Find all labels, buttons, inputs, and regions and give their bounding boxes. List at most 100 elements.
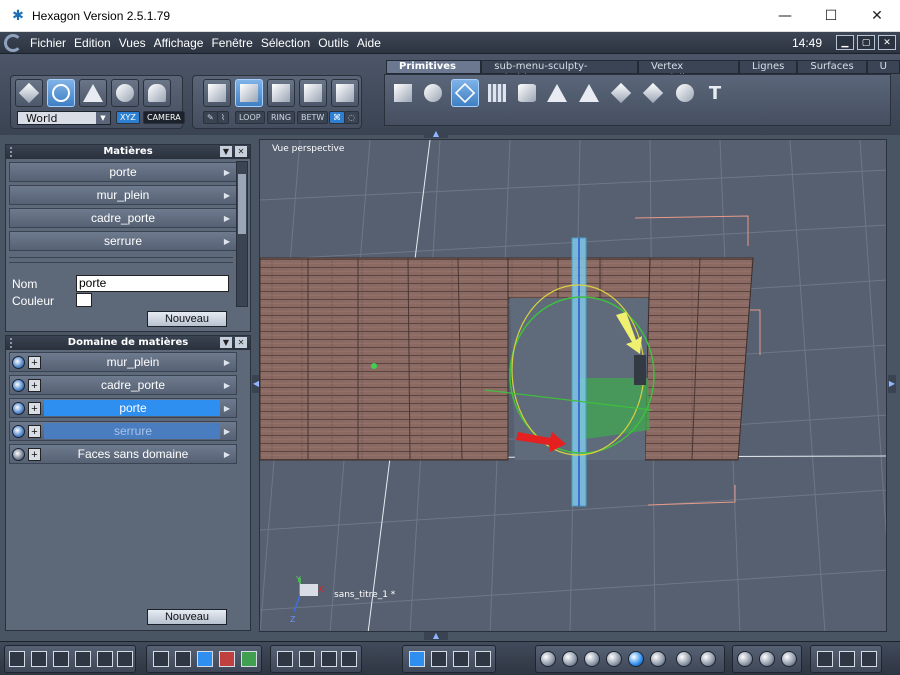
wireframe-sphere-icon[interactable] [540, 651, 556, 667]
add-to-domain-icon[interactable]: + [28, 379, 41, 392]
visibility-eye-icon[interactable] [12, 425, 25, 438]
tab-primitives-3d[interactable]: Primitives 3D [386, 60, 482, 84]
menu-vues[interactable]: Vues [115, 36, 150, 50]
hexagon-logo-icon[interactable] [4, 33, 22, 52]
inner-restore-button[interactable]: ▢ [857, 35, 875, 50]
view-eye-icon[interactable] [341, 651, 357, 667]
domain-item-selected[interactable]: + porte ▶ [9, 398, 237, 418]
tetra-primitive-button[interactable] [607, 79, 635, 107]
add-to-domain-icon[interactable]: + [28, 425, 41, 438]
zoom-icon[interactable] [321, 651, 337, 667]
grow-select-icon[interactable]: ⌘ [329, 111, 345, 124]
tab-sculpty-primitives[interactable]: sub-menu-sculpty-primitives [481, 60, 638, 84]
grip-icon[interactable] [10, 338, 16, 348]
panel-close-button[interactable]: ✕ [235, 146, 247, 157]
menu-edition[interactable]: Edition [70, 36, 115, 50]
tab-surfaces[interactable]: Surfaces [797, 60, 867, 74]
ambient-icon[interactable] [781, 651, 797, 667]
render-sphere-icon[interactable] [676, 651, 692, 667]
grid-primitive-button[interactable] [483, 79, 511, 107]
light-sphere-icon[interactable] [700, 651, 716, 667]
grip-icon[interactable] [10, 147, 16, 157]
scale-manipulator-icon[interactable] [475, 651, 491, 667]
panel-collapse-button[interactable]: ▼ [220, 146, 232, 157]
tab-lignes[interactable]: Lignes [738, 60, 798, 74]
add-to-domain-icon[interactable]: + [28, 402, 41, 415]
grid-color-icon[interactable] [197, 651, 213, 667]
paint-select-button[interactable] [79, 79, 107, 107]
ring-button[interactable]: RING [267, 111, 296, 124]
close-button[interactable]: ✕ [854, 0, 900, 32]
magic-select-button[interactable] [111, 79, 139, 107]
pan-icon[interactable] [299, 651, 315, 667]
sphere-primitive-button[interactable] [419, 79, 447, 107]
xyz-toggle[interactable]: XYZ [116, 111, 140, 124]
shadows-icon[interactable] [759, 651, 775, 667]
textured-sphere-icon[interactable] [628, 651, 644, 667]
collapse-right-arrow-icon[interactable]: ▶ [888, 375, 896, 393]
octa-primitive-button[interactable] [639, 79, 667, 107]
add-to-domain-icon[interactable]: + [28, 356, 41, 369]
lasso-tool-button[interactable] [47, 79, 75, 107]
perspective-viewport[interactable]: Y X Z Vue perspective sans_titre_1 * [259, 139, 887, 632]
new-domain-button[interactable]: Nouveau [147, 609, 227, 625]
select-tool-button[interactable] [15, 79, 43, 107]
dodeca-primitive-button[interactable] [671, 79, 699, 107]
cube-primitive-button[interactable] [389, 79, 417, 107]
grid-green-icon[interactable] [241, 651, 257, 667]
material-item[interactable]: mur_plein ▶ [9, 185, 237, 205]
loop-select-icon[interactable]: ◌ [344, 111, 359, 124]
ghost-mode-icon[interactable] [839, 651, 855, 667]
visibility-eye-icon[interactable] [12, 379, 25, 392]
scrollbar-thumb[interactable] [238, 174, 246, 234]
collapse-top-arrow-icon[interactable]: ▲ [424, 130, 448, 138]
betw-button[interactable]: BETW [297, 111, 329, 124]
cone-primitive-button[interactable] [543, 79, 571, 107]
hidden-line-sphere-icon[interactable] [562, 651, 578, 667]
layout-3-views-icon[interactable] [31, 651, 47, 667]
tab-u[interactable]: U [866, 60, 900, 74]
snap-icon[interactable] [175, 651, 191, 667]
domain-item[interactable]: + cadre_porte ▶ [9, 375, 237, 395]
pyramid-primitive-button[interactable] [575, 79, 603, 107]
edge-mode-button[interactable] [267, 79, 295, 107]
layout-4-views-icon[interactable] [9, 651, 25, 667]
inner-close-button[interactable]: ✕ [878, 35, 896, 50]
smooth-sphere-icon[interactable] [606, 651, 622, 667]
menu-selection[interactable]: Sélection [257, 36, 314, 50]
xray-icon[interactable] [861, 651, 877, 667]
space-dropdown[interactable]: World ▼ [17, 111, 111, 125]
material-item[interactable]: serrure ▶ [9, 231, 237, 251]
tab-vertex-modeling[interactable]: Vertex modeling [638, 60, 739, 84]
cylinder-primitive-button[interactable] [513, 79, 541, 107]
lights-icon[interactable] [737, 651, 753, 667]
panel-collapse-button[interactable]: ▼ [220, 337, 232, 348]
shaded-wire-sphere-icon[interactable] [650, 651, 666, 667]
plane-primitive-button[interactable] [451, 79, 479, 107]
text-primitive-button[interactable]: T [701, 79, 729, 107]
layout-stack-icon[interactable] [97, 651, 113, 667]
universal-manipulator-icon[interactable] [409, 651, 425, 667]
paint-brush-icon[interactable]: ⌇ [217, 111, 229, 124]
panel-close-button[interactable]: ✕ [235, 337, 247, 348]
layout-2v-views-icon[interactable] [53, 651, 69, 667]
flat-sphere-icon[interactable] [584, 651, 600, 667]
domain-item[interactable]: + Faces sans domaine ▶ [9, 444, 237, 464]
name-field[interactable]: porte [76, 275, 229, 292]
domain-item[interactable]: + mur_plein ▶ [9, 352, 237, 372]
menu-fichier[interactable]: Fichier [26, 36, 70, 50]
rotate-manipulator-icon[interactable] [453, 651, 469, 667]
object-mode-button[interactable] [203, 79, 231, 107]
menu-fenetre[interactable]: Fenêtre [207, 36, 256, 50]
add-to-domain-icon[interactable]: + [28, 448, 41, 461]
color-swatch[interactable] [76, 293, 92, 307]
material-item[interactable]: cadre_porte ▶ [9, 208, 237, 228]
backface-icon[interactable] [817, 651, 833, 667]
visibility-eye-icon[interactable] [12, 448, 25, 461]
grid-red-icon[interactable] [219, 651, 235, 667]
camera-toggle[interactable]: CAMERA [143, 111, 185, 124]
materials-scrollbar[interactable] [236, 161, 248, 307]
menu-aide[interactable]: Aide [353, 36, 385, 50]
layout-2h-views-icon[interactable] [75, 651, 91, 667]
visibility-eye-icon[interactable] [12, 356, 25, 369]
